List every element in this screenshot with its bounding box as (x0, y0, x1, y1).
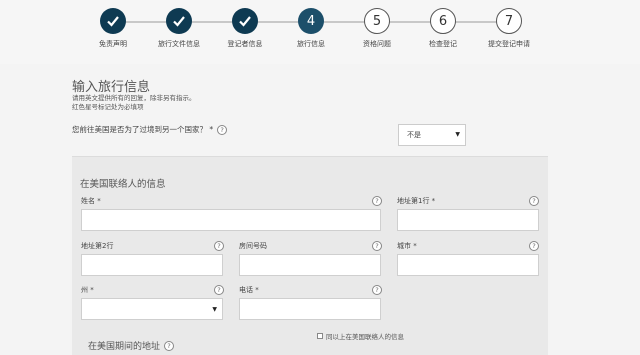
step-6[interactable]: 6 检查登记 (408, 8, 478, 49)
state-select[interactable]: ▼ (81, 298, 223, 320)
help-icon[interactable]: ? (164, 340, 175, 351)
name-label: 姓名 * (81, 197, 101, 205)
city-label: 城市 * (397, 242, 417, 250)
step-3-label: 登记者信息 (227, 40, 263, 48)
state-label: 州 * (81, 286, 94, 294)
step-5-circle: 5 (364, 8, 390, 34)
same-address-label: 同以上在美国联络人的信息 (326, 333, 404, 341)
instruction-line-1: 请用英文提供所有的回复，除非另有指示。 (72, 94, 196, 102)
step-5-label: 资格问题 (363, 40, 391, 48)
phone-label: 电话 * (239, 286, 259, 294)
progress-stepper: 免责声明 旅行文件信息 登记者信息 4 旅行信息 5 资格问题 6 检查登记 7… (0, 0, 640, 64)
step-1[interactable]: 免责声明 (78, 8, 148, 49)
same-address-checkbox[interactable] (317, 333, 323, 339)
step-6-label: 检查登记 (429, 40, 457, 48)
city-help-icon[interactable]: ? (529, 241, 539, 251)
checkmark-icon (173, 16, 185, 27)
instruction-line-2: 红色星号标记处为必填项 (72, 103, 144, 111)
address1-input[interactable] (397, 209, 539, 231)
step-7[interactable]: 7 提交登记申请 (474, 8, 544, 49)
dropdown-caret-icon: ▼ (455, 131, 460, 138)
step-4-circle: 4 (298, 8, 324, 34)
help-icon[interactable]: ? (217, 124, 228, 135)
step-7-label: 提交登记申请 (488, 40, 530, 48)
phone-input[interactable] (239, 298, 381, 320)
step-2[interactable]: 旅行文件信息 (144, 8, 214, 49)
step-7-circle: 7 (496, 8, 522, 34)
checkmark-icon (239, 16, 251, 27)
city-input[interactable] (397, 254, 539, 276)
step-2-circle (166, 8, 192, 34)
step-3-circle (232, 8, 258, 34)
address1-help-icon[interactable]: ? (529, 196, 539, 206)
transit-question: 您前往美国是否为了过境到另一个国家？ * ? (72, 124, 228, 135)
step-1-label: 免责声明 (99, 40, 127, 48)
transit-select[interactable]: 不是 ▼ (398, 124, 466, 146)
contact-section-title: 在美国联络人的信息 (80, 179, 166, 190)
step-2-label: 旅行文件信息 (158, 40, 200, 48)
step-4-label: 旅行信息 (297, 40, 325, 48)
apartment-label: 房间号码 (239, 242, 267, 250)
step-4[interactable]: 4 旅行信息 (276, 8, 346, 49)
phone-help-icon[interactable]: ? (372, 285, 382, 295)
form-instructions: 请用英文提供所有的回复，除非另有指示。 红色星号标记处为必填项 (72, 94, 196, 112)
step-6-circle: 6 (430, 8, 456, 34)
state-help-icon[interactable]: ? (214, 285, 224, 295)
apartment-input[interactable] (239, 254, 381, 276)
address2-help-icon[interactable]: ? (214, 241, 224, 251)
step-1-circle (100, 8, 126, 34)
same-address-option[interactable]: 同以上在美国联络人的信息 (317, 331, 404, 341)
transit-select-value: 不是 (407, 131, 421, 139)
name-help-icon[interactable]: ? (372, 196, 382, 206)
step-5[interactable]: 5 资格问题 (342, 8, 412, 49)
address2-label: 地址第2行 (81, 242, 114, 250)
apartment-help-icon[interactable]: ? (372, 241, 382, 251)
us-address-title-text: 在美国期间的地址 (88, 342, 161, 352)
transit-question-label: 您前往美国是否为了过境到另一个国家？ * (72, 125, 214, 134)
us-address-section-title: 在美国期间的地址 ? (88, 339, 175, 352)
address2-input[interactable] (81, 254, 223, 276)
checkmark-icon (107, 16, 119, 27)
name-input[interactable] (81, 209, 381, 231)
page-title: 输入旅行信息 (72, 80, 151, 95)
dropdown-caret-icon: ▼ (212, 306, 217, 313)
address1-label: 地址第1行 * (397, 197, 436, 205)
step-3[interactable]: 登记者信息 (210, 8, 280, 49)
